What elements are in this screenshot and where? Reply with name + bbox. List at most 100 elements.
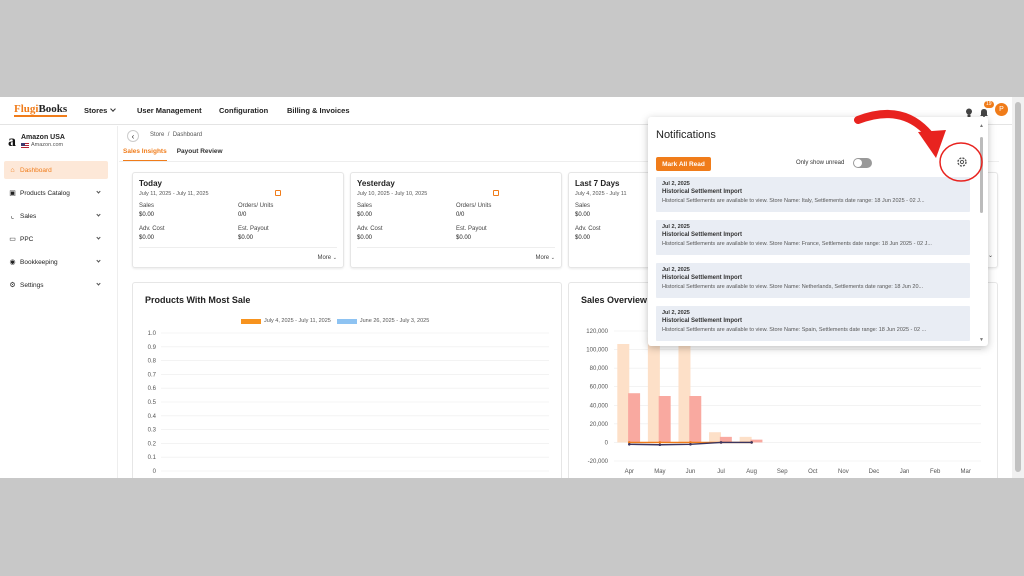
chevron-down-icon: ⌄ (550, 255, 555, 261)
scrollbar-thumb[interactable] (1015, 102, 1021, 472)
store-selector[interactable]: a Amazon USA Amazon.com (8, 134, 65, 150)
y-tick-label: 0.9 (148, 345, 157, 351)
page-scrollbar[interactable] (1012, 97, 1024, 478)
book-icon: ◉ (9, 258, 16, 266)
est-payout-label: Est. Payout (238, 226, 269, 232)
bar (658, 396, 671, 443)
chevron-down-icon (96, 189, 101, 194)
x-tick-label: Feb (930, 469, 941, 475)
chevron-down-icon (96, 212, 101, 217)
breadcrumb-dashboard: Dashboard (172, 132, 203, 138)
more-button[interactable]: More ⌄ (317, 255, 337, 261)
notification-item[interactable]: Jul 2, 2025 Historical Settlement Import… (656, 177, 970, 212)
notifications-scrollbar[interactable]: ▲ ▼ (979, 123, 984, 343)
est-payout-label: Est. Payout (456, 226, 487, 232)
sidebar-item-label: Bookkeeping (20, 258, 58, 266)
more-label: More (535, 255, 550, 261)
y-tick-label: 1.0 (148, 331, 157, 337)
sidebar-item-settings[interactable]: ⚙ Settings (4, 276, 108, 294)
sidebar-item-ppc[interactable]: ▭ PPC (4, 230, 108, 248)
gear-icon[interactable] (955, 155, 969, 169)
mark-all-read-button[interactable]: Mark All Read (656, 157, 711, 171)
y-tick-label: 0.6 (148, 386, 157, 392)
nav-stores[interactable]: Stores (84, 106, 117, 128)
us-flag-icon (21, 142, 29, 148)
sidebar: a Amazon USA Amazon.com ⌂ Dashboard ▣ Prod… (0, 126, 118, 478)
app-logo[interactable]: FlugiBooks (14, 103, 68, 117)
notification-body: Historical Settlements are available to … (662, 241, 932, 247)
sales-label: Sales (139, 203, 155, 209)
notification-body: Historical Settlements are available to … (662, 198, 925, 204)
scroll-up-arrow-icon[interactable]: ▲ (979, 123, 984, 129)
x-tick-label: Oct (808, 469, 818, 475)
notifications-title: Notifications (656, 129, 716, 141)
only-unread-toggle[interactable] (853, 158, 872, 168)
y-tick-label: 0.5 (148, 400, 157, 406)
scrollbar-thumb[interactable] (980, 137, 983, 213)
sales-value: $0.00 (139, 212, 155, 218)
adv-cost-value: $0.00 (575, 235, 591, 241)
notification-item[interactable]: Jul 2, 2025 Historical Settlement Import… (656, 263, 970, 298)
user-avatar[interactable]: P (995, 103, 1008, 116)
y-tick-label: 0.4 (148, 414, 157, 420)
orders-value: 0/0 (456, 212, 465, 218)
adv-cost-label: Adv. Cost (357, 226, 383, 232)
y-tick-label: 60,000 (590, 385, 609, 391)
sales-value: $0.00 (575, 212, 591, 218)
sidebar-item-products-catalog[interactable]: ▣ Products Catalog (4, 184, 108, 202)
products-most-sale-panel: Products With Most Sale July 4, 2025 - J… (132, 282, 562, 478)
data-point (719, 441, 723, 444)
amazon-logo-icon: a (8, 133, 16, 150)
bar (739, 436, 752, 443)
chevron-down-icon[interactable]: ⌄ (988, 252, 993, 259)
adv-cost-label: Adv. Cost (575, 226, 601, 232)
calendar-icon[interactable] (275, 190, 281, 196)
adv-cost-label: Adv. Cost (139, 226, 165, 232)
data-point (658, 441, 662, 444)
breadcrumb-separator: / (167, 132, 170, 138)
notification-count-badge: 19 (984, 100, 994, 108)
chevron-down-icon (110, 106, 117, 112)
notification-item[interactable]: Jul 2, 2025 Historical Settlement Import… (656, 306, 970, 341)
tab-sales-insights[interactable]: Sales Insights (123, 148, 167, 162)
x-tick-label: Jan (900, 469, 910, 475)
only-unread-label: Only show unread (796, 160, 845, 166)
y-tick-label: 0 (153, 469, 157, 475)
more-button[interactable]: More ⌄ (535, 255, 555, 261)
x-tick-label: Jul (717, 469, 725, 475)
y-tick-label: 0.1 (148, 455, 157, 461)
bar (689, 396, 702, 443)
nav-configuration[interactable]: Configuration (219, 106, 268, 115)
sidebar-item-sales[interactable]: ⌞ Sales (4, 207, 108, 225)
tab-payout-review[interactable]: Payout Review (177, 148, 223, 162)
scroll-down-arrow-icon[interactable]: ▼ (979, 337, 984, 343)
nav-stores-label: Stores (84, 106, 108, 115)
data-point (689, 442, 692, 446)
y-tick-label: -20,000 (588, 459, 609, 465)
nav-user-management[interactable]: User Management (137, 106, 202, 115)
back-button[interactable]: ‹ (127, 130, 139, 142)
chevron-down-icon (96, 258, 101, 263)
card-date-range: July 11, 2025 - July 11, 2025 (139, 191, 209, 197)
sidebar-item-label: Sales (20, 212, 37, 220)
chevron-down-icon: ⌄ (332, 255, 337, 261)
store-marketplace: Amazon.com (31, 142, 64, 148)
notification-item[interactable]: Jul 2, 2025 Historical Settlement Import… (656, 220, 970, 255)
sidebar-item-label: Dashboard (20, 166, 52, 174)
adv-cost-value: $0.00 (357, 235, 373, 241)
bar (617, 344, 630, 443)
card-title: Last 7 Days (575, 179, 620, 188)
orders-label: Orders/ Units (238, 203, 274, 209)
bell-icon[interactable]: 19 (979, 100, 994, 118)
calendar-icon[interactable] (493, 190, 499, 196)
x-tick-label: Dec (869, 469, 880, 475)
nav-billing-invoices[interactable]: Billing & Invoices (287, 106, 350, 115)
sidebar-item-bookkeeping[interactable]: ◉ Bookkeeping (4, 253, 108, 271)
adv-cost-value: $0.00 (139, 235, 155, 241)
card-title: Yesterday (357, 179, 395, 188)
x-tick-label: Jun (686, 469, 696, 475)
breadcrumb-store[interactable]: Store (150, 132, 164, 138)
est-payout-value: $0.00 (456, 235, 472, 241)
lightbulb-icon[interactable] (965, 105, 973, 117)
sidebar-item-dashboard[interactable]: ⌂ Dashboard (4, 161, 108, 179)
